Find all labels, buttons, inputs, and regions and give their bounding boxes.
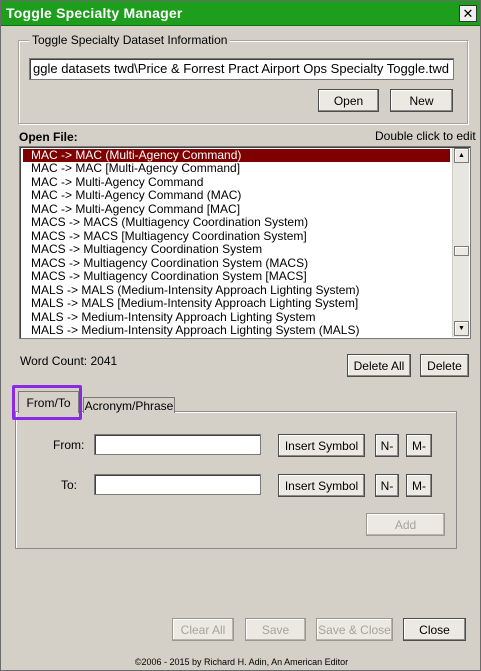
- copyright-text: ©2006 - 2015 by Richard H. Adin, An Amer…: [134, 657, 349, 667]
- from-insert-symbol-button[interactable]: Insert Symbol: [278, 434, 365, 457]
- scroll-up-button[interactable]: ▲: [454, 148, 469, 163]
- list-scrollbar[interactable]: ▲ ▼: [452, 148, 469, 337]
- close-icon: ✕: [462, 6, 474, 21]
- delete-button[interactable]: Delete: [420, 354, 469, 377]
- tab-acronym-phrase[interactable]: Acronym/Phrase: [83, 397, 175, 413]
- list-item[interactable]: MACS -> MACS (Multiagency Coordination S…: [23, 216, 450, 229]
- to-input[interactable]: [94, 474, 261, 495]
- add-button[interactable]: Add: [366, 513, 445, 536]
- from-input[interactable]: [94, 434, 261, 455]
- new-button[interactable]: New: [390, 89, 453, 112]
- from-n-dash-button[interactable]: N-: [375, 434, 399, 457]
- window-close-button[interactable]: ✕: [459, 5, 477, 22]
- toggle-specialty-manager-window: Toggle Specialty Manager ✕ Toggle Specia…: [0, 0, 481, 671]
- tab-highlight-box: [12, 385, 82, 420]
- save-button[interactable]: Save: [245, 618, 306, 641]
- list-item[interactable]: MAC -> Multi-Agency Command (MAC): [23, 189, 450, 202]
- dataset-info-legend: Toggle Specialty Dataset Information: [29, 33, 231, 47]
- arrow-down-icon: ▼: [458, 325, 465, 332]
- list-item[interactable]: MACS -> Multiagency Coordination System: [23, 243, 450, 256]
- scroll-down-button[interactable]: ▼: [454, 321, 469, 336]
- list-item[interactable]: MALS -> Medium-Intensity Approach Lighti…: [23, 324, 450, 337]
- save-close-button[interactable]: Save & Close: [316, 618, 393, 641]
- delete-all-button[interactable]: Delete All: [347, 354, 411, 377]
- to-label: To:: [61, 478, 78, 492]
- to-n-dash-button[interactable]: N-: [375, 474, 399, 497]
- open-button[interactable]: Open: [318, 89, 379, 112]
- word-count-label: Word Count: 2041: [20, 354, 118, 368]
- clear-all-button[interactable]: Clear All: [172, 618, 234, 641]
- from-m-dash-button[interactable]: M-: [406, 434, 432, 457]
- open-file-list[interactable]: MAC -> MAC (Multi-Agency Command) MAC ->…: [19, 146, 471, 339]
- to-m-dash-button[interactable]: M-: [406, 474, 432, 497]
- scroll-thumb[interactable]: [454, 246, 469, 256]
- list-item[interactable]: MALS -> MALS [Medium-Intensity Approach …: [23, 297, 450, 310]
- arrow-up-icon: ▲: [458, 152, 465, 159]
- to-insert-symbol-button[interactable]: Insert Symbol: [278, 474, 365, 497]
- open-file-label: Open File:: [19, 130, 78, 144]
- list-item[interactable]: MACS -> Multiagency Coordination System …: [23, 270, 450, 283]
- double-click-hint: Double click to edit: [375, 129, 476, 143]
- list-item[interactable]: MAC -> MAC [Multi-Agency Command]: [23, 162, 450, 175]
- dataset-path-field[interactable]: ggle datasets twd\Price & Forrest Pract …: [29, 58, 454, 80]
- close-button[interactable]: Close: [403, 618, 466, 641]
- window-title: Toggle Specialty Manager: [6, 5, 183, 21]
- title-bar[interactable]: Toggle Specialty Manager ✕: [1, 1, 480, 26]
- from-label: From:: [53, 438, 85, 452]
